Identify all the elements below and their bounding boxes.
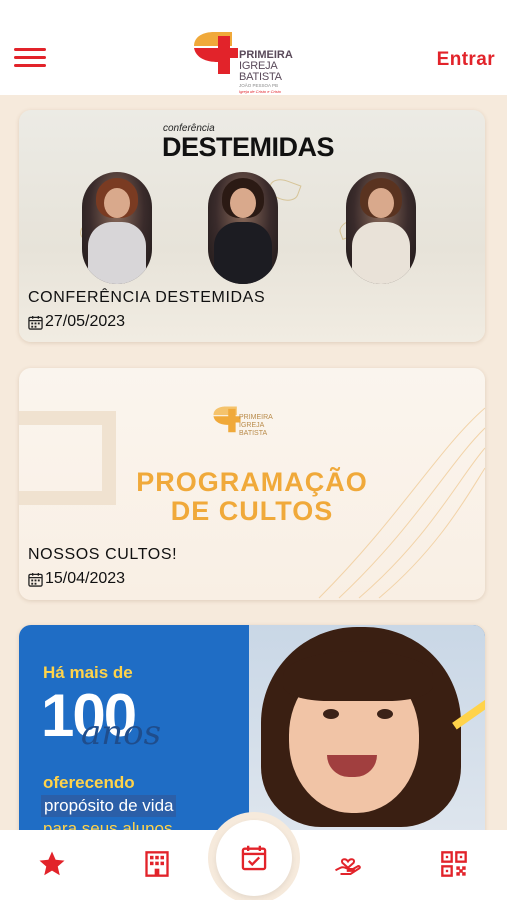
banner-title: PROGRAMAÇÃO DE CULTOS xyxy=(19,468,485,526)
banner-intro: Há mais de xyxy=(43,663,133,682)
logo-mark-icon xyxy=(213,406,241,433)
nav-qr-code[interactable] xyxy=(432,842,476,886)
event-list: conferência DESTEMIDAS CONFERÊNCIA DESTE… xyxy=(0,95,507,830)
star-icon xyxy=(39,851,65,876)
banner-logo-line1: PRIMEIRA xyxy=(239,414,273,421)
banner-logo: PRIMEIRA IGREJA BATISTA xyxy=(212,404,282,444)
event-date-text: 15/04/2023 xyxy=(45,570,126,587)
banner-title-line1: PROGRAMAÇÃO xyxy=(136,467,368,497)
church-logo: PRIMEIRA IGREJA BATISTA JOÃO PESSOA PB I… xyxy=(192,28,302,94)
event-date-text: 27/05/2023 xyxy=(45,313,126,330)
child-photo xyxy=(249,625,485,830)
event-title: CONFERÊNCIA DESTEMIDAS xyxy=(28,289,266,306)
speaker-portrait xyxy=(82,172,152,284)
event-date: 15/04/2023 xyxy=(28,570,125,588)
qr-code-icon xyxy=(441,851,467,877)
calendar-icon xyxy=(28,572,43,587)
hand-heart-icon xyxy=(335,858,361,875)
bottom-navigation xyxy=(0,812,507,900)
nav-donations[interactable] xyxy=(326,842,370,886)
logo-mark-icon xyxy=(194,32,238,74)
nav-events[interactable] xyxy=(216,820,292,896)
speaker-portrait xyxy=(346,172,416,284)
calendar-check-icon xyxy=(241,845,267,871)
speaker-portrait xyxy=(208,172,278,284)
nav-church[interactable] xyxy=(135,842,179,886)
event-date: 27/05/2023 xyxy=(28,313,125,331)
banner-title: DESTEMIDAS xyxy=(162,132,335,162)
menu-line xyxy=(14,64,46,67)
banner-script: anos xyxy=(81,713,162,753)
logo-line4: Igreja de Cristo e Cristo xyxy=(239,89,282,94)
event-card[interactable]: PRIMEIRA IGREJA BATISTA PROGRAMAÇÃO DE C… xyxy=(19,368,485,600)
banner-logo-line2: IGREJA BATISTA xyxy=(239,422,268,437)
logo-line2: IGREJA BATISTA xyxy=(239,60,282,83)
hamburger-menu-button[interactable] xyxy=(14,48,46,72)
event-card[interactable]: conferência DESTEMIDAS CONFERÊNCIA DESTE… xyxy=(19,110,485,342)
building-icon xyxy=(145,851,169,877)
menu-line xyxy=(14,56,46,59)
calendar-icon xyxy=(28,315,43,330)
menu-line xyxy=(14,48,46,51)
event-title: NOSSOS CULTOS! xyxy=(28,546,178,563)
banner-line2: propósito de vida xyxy=(41,795,177,817)
nav-favorites[interactable] xyxy=(30,842,74,886)
banner-line1: oferecendo xyxy=(43,773,135,792)
login-button[interactable]: Entrar xyxy=(437,49,495,71)
app-header: PRIMEIRA IGREJA BATISTA JOÃO PESSOA PB I… xyxy=(0,0,507,95)
banner-line3: para seus alunos xyxy=(43,819,173,830)
event-card[interactable]: Há mais de 100 anos oferecendo propósito… xyxy=(19,625,485,830)
banner-title-line2: DE CULTOS xyxy=(170,496,334,526)
